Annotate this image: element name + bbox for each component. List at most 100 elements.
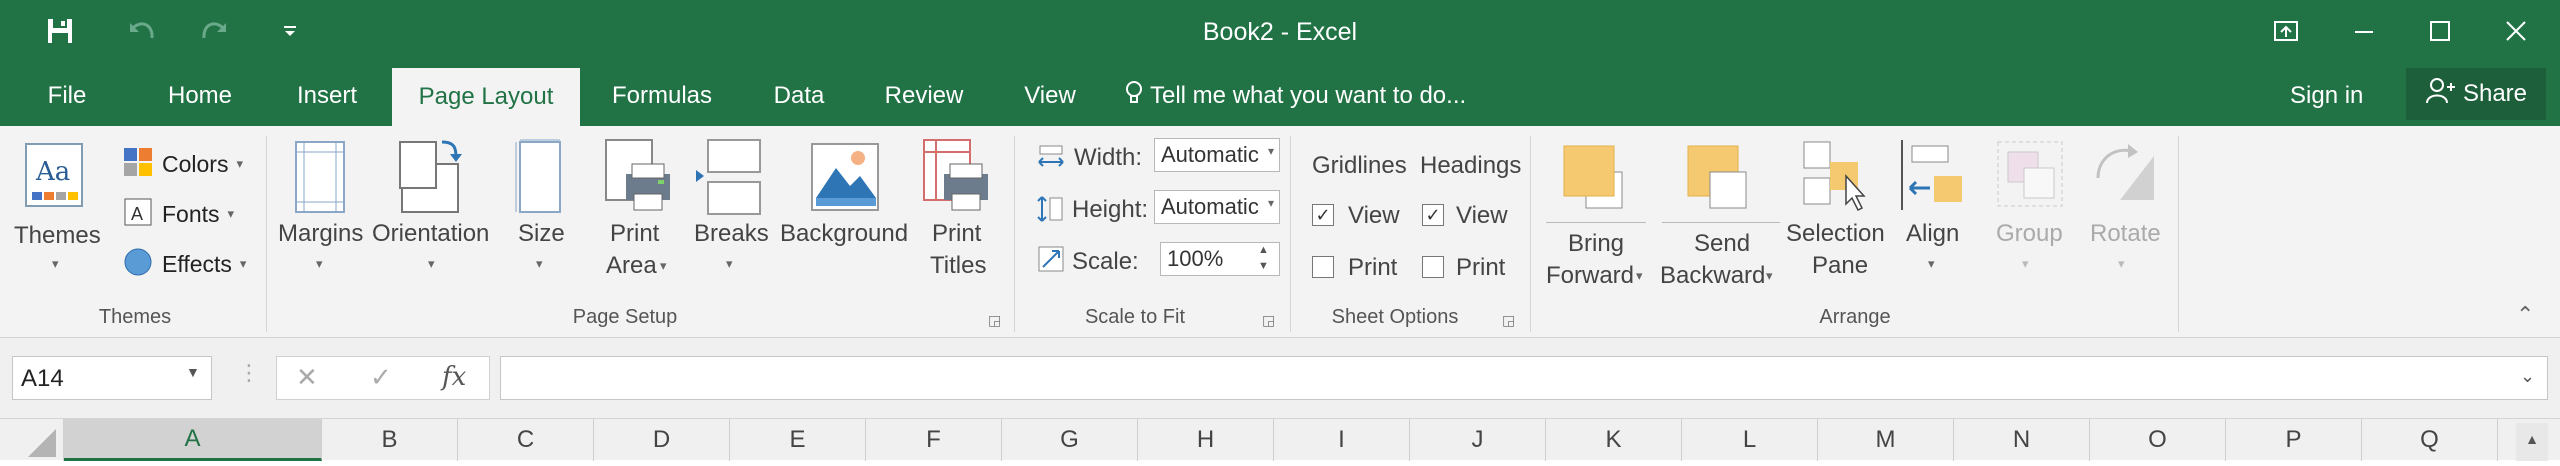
lightbulb-icon (1124, 80, 1144, 113)
enter-icon[interactable]: ✓ (370, 362, 392, 393)
print-titles-label-1: Print (932, 220, 982, 247)
column-header-h[interactable]: H (1138, 419, 1274, 461)
send-backward-button[interactable] (1684, 142, 1754, 214)
column-header-i[interactable]: I (1274, 419, 1410, 461)
headings-heading: Headings (1420, 152, 1522, 179)
tab-file[interactable]: File (20, 66, 114, 126)
column-header-e[interactable]: E (730, 419, 866, 461)
tab-formulas[interactable]: Formulas (600, 66, 724, 126)
split-divider (1546, 222, 1646, 223)
margins-button[interactable] (290, 138, 352, 218)
height-icon (1036, 194, 1066, 224)
bring-forward-icon (1563, 145, 1623, 209)
column-header-l[interactable]: L (1682, 419, 1818, 461)
group-label-page-setup: Page Setup (572, 306, 678, 328)
headings-view-checkbox[interactable]: ✓ (1422, 204, 1444, 226)
group-button[interactable] (1994, 138, 2066, 214)
sign-in-link[interactable]: Sign in (2290, 66, 2363, 126)
expand-formula-bar-icon[interactable]: ⌄ (2520, 366, 2535, 387)
ribbon: Aa Themes ▾ Colors ▾ A Fonts ▾ Effects ▾ Th… (0, 126, 2560, 338)
svg-text:A: A (131, 204, 143, 224)
orientation-icon (399, 140, 462, 213)
ribbon-display-icon[interactable] (2250, 0, 2322, 62)
colors-button[interactable]: Colors ▾ (122, 146, 252, 182)
column-header-o[interactable]: O (2090, 419, 2226, 461)
fonts-button[interactable]: A Fonts ▾ (122, 196, 252, 232)
group-divider (1290, 136, 1291, 332)
column-header-p[interactable]: P (2226, 419, 2362, 461)
column-header-g[interactable]: G (1002, 419, 1138, 461)
tab-home[interactable]: Home (156, 66, 244, 126)
formula-input[interactable] (500, 356, 2548, 400)
maximize-icon[interactable] (2404, 0, 2476, 62)
bring-forward-label-1: Bring (1568, 230, 1625, 257)
column-header-c[interactable]: C (458, 419, 594, 461)
group-label-themes: Themes (98, 306, 172, 328)
effects-button[interactable]: Effects ▾ (122, 246, 256, 282)
gridlines-view-checkbox[interactable]: ✓ (1312, 204, 1334, 226)
rotate-caret-icon: ▾ (2118, 256, 2125, 271)
height-value: Automatic (1161, 194, 1259, 219)
selection-pane-label-1: Selection (1786, 220, 1885, 247)
height-dropdown[interactable]: Automatic (1154, 190, 1280, 224)
rotate-button[interactable] (2090, 138, 2162, 214)
minimize-icon[interactable] (2328, 0, 2400, 62)
fonts-caret-icon: ▾ (227, 206, 235, 221)
scroll-up-icon[interactable]: ▲ (2516, 423, 2548, 461)
page-setup-launcher-icon[interactable]: ◲ (988, 312, 1001, 329)
column-header-q[interactable]: Q (2362, 419, 2498, 461)
height-label: Height: (1072, 196, 1149, 223)
width-caret-icon: ▾ (1268, 144, 1275, 158)
column-header-d[interactable]: D (594, 419, 730, 461)
column-header-a[interactable]: A (64, 419, 322, 461)
column-header-b[interactable]: B (322, 419, 458, 461)
breaks-button[interactable] (692, 136, 772, 218)
bring-forward-button[interactable] (1560, 142, 1630, 214)
background-label: Background (780, 220, 909, 247)
scale-icon (1036, 244, 1066, 274)
select-all-button[interactable] (0, 419, 64, 461)
column-header-k[interactable]: K (1546, 419, 1682, 461)
column-header-j[interactable]: J (1410, 419, 1546, 461)
tab-view[interactable]: View (1014, 66, 1086, 126)
gridlines-print-checkbox[interactable] (1312, 256, 1334, 278)
themes-button[interactable]: Aa (20, 140, 92, 210)
tab-review[interactable]: Review (876, 66, 972, 126)
column-header-n[interactable]: N (1954, 419, 2090, 461)
width-dropdown[interactable]: Automatic (1154, 138, 1280, 172)
selection-pane-button[interactable] (1800, 138, 1872, 214)
width-icon (1036, 144, 1066, 170)
insert-function-icon[interactable]: fx (442, 362, 466, 392)
headings-print-checkbox[interactable] (1422, 256, 1444, 278)
close-icon[interactable] (2480, 0, 2552, 62)
tab-page-layout[interactable]: Page Layout (392, 68, 580, 126)
gridlines-view-label: View (1348, 202, 1400, 229)
more-options-icon[interactable]: ⋮ (238, 360, 260, 386)
background-button[interactable] (806, 138, 886, 218)
person-add-icon (2425, 77, 2455, 112)
collapse-ribbon-icon[interactable]: ⌃ (2516, 302, 2534, 328)
scale-spin-arrows-icon[interactable]: ▲ ▼ (1258, 242, 1269, 274)
tab-data[interactable]: Data (762, 66, 836, 126)
print-area-button[interactable] (600, 136, 676, 216)
orientation-button[interactable] (392, 136, 472, 218)
margins-label: Margins (278, 220, 364, 247)
align-button[interactable] (1898, 138, 1968, 214)
tab-insert[interactable]: Insert (282, 66, 372, 126)
name-box-caret-icon[interactable]: ▼ (186, 364, 200, 380)
gridlines-heading: Gridlines (1312, 152, 1407, 179)
sheet-options-launcher-icon[interactable]: ◲ (1502, 312, 1515, 329)
column-header-f[interactable]: F (866, 419, 1002, 461)
size-label: Size (518, 220, 565, 247)
name-box[interactable]: A14 (12, 356, 212, 400)
size-icon (515, 139, 561, 213)
tell-me-box[interactable]: Tell me what you want to do... (1124, 66, 1466, 126)
size-button[interactable] (512, 138, 568, 218)
effects-label: Effects (162, 250, 232, 277)
share-button[interactable]: Share (2406, 68, 2546, 120)
scale-to-fit-launcher-icon[interactable]: ◲ (1262, 312, 1275, 329)
column-header-m[interactable]: M (1818, 419, 1954, 461)
effects-icon (122, 246, 154, 283)
print-titles-button[interactable] (918, 136, 998, 216)
cancel-icon[interactable]: ✕ (296, 362, 318, 393)
